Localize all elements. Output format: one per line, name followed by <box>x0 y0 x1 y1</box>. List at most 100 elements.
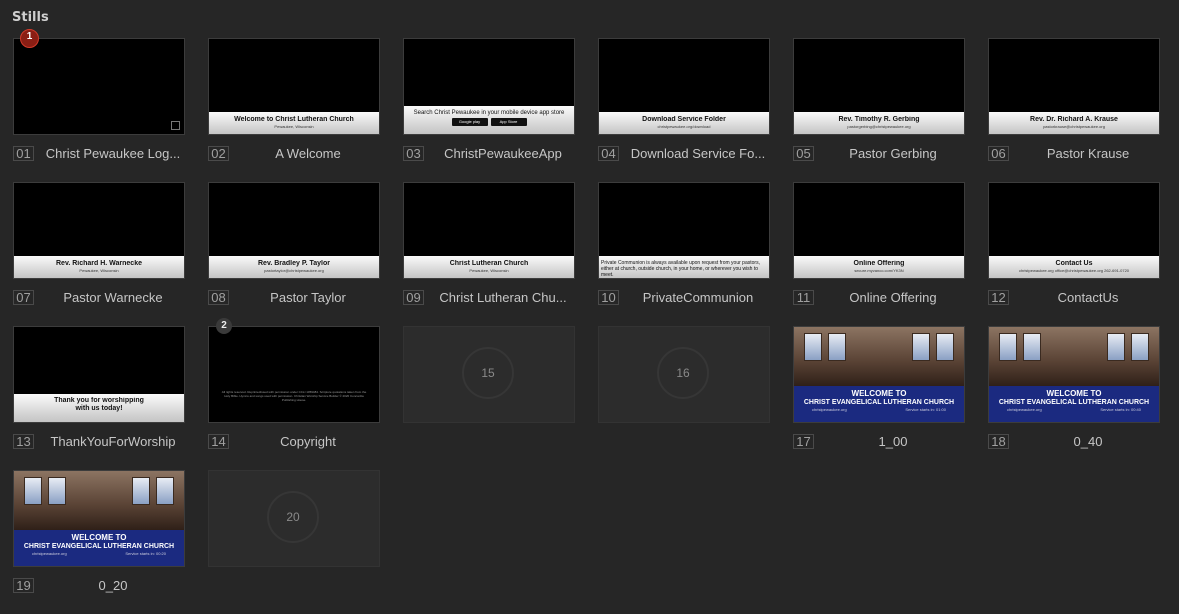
countdown-text: Service starts in: 01:00 <box>905 407 946 412</box>
lower-third: Rev. Timothy R. Gerbing pastorgerbing@chr… <box>794 112 964 134</box>
still-number: 11 <box>793 290 814 305</box>
still-thumbnail[interactable]: Welcome to Christ Lutheran Church Pewauke… <box>208 38 380 135</box>
lower-third-subtitle: pastorkrause@christpewaukee.org <box>1043 124 1105 129</box>
still-name[interactable]: 0_40 <box>1016 434 1160 449</box>
slot-number: 15 <box>462 347 514 399</box>
still-name[interactable]: 0_20 <box>41 578 185 593</box>
still-thumbnail[interactable]: WELCOME TO CHRIST EVANGELICAL LUTHERAN CH… <box>793 326 965 423</box>
empty-still-slot[interactable]: 15 <box>403 326 575 423</box>
still-cell[interactable]: 01 Christ Pewaukee Log... 1 <box>13 29 185 182</box>
still-number: 02 <box>208 146 229 161</box>
still-cell[interactable]: 20 <box>208 470 380 614</box>
still-thumbnail[interactable]: Rev. Dr. Richard A. Krause pastorkrause@c… <box>988 38 1160 135</box>
church-window <box>48 477 66 505</box>
still-number: 13 <box>13 434 34 449</box>
still-name[interactable]: Online Offering <box>821 290 965 305</box>
slot-number: 20 <box>267 491 319 543</box>
still-thumbnail[interactable]: All rights reserved. Reprinted/used with… <box>208 326 380 423</box>
still-thumbnail[interactable]: Christ Lutheran Church Pewaukee, Wisconsi… <box>403 182 575 279</box>
still-cell[interactable]: Online Offering secure.myvanco.com/YK3N 11… <box>793 182 965 326</box>
still-thumbnail[interactable]: Thank you for worshipping with us today! <box>13 326 185 423</box>
lower-third-subtitle: pastortaylor@christpewaukee.org <box>264 268 324 273</box>
still-number: 17 <box>793 434 814 449</box>
still-cell[interactable]: Rev. Richard H. Warnecke Pewaukee, Wiscon… <box>13 182 185 326</box>
still-thumbnail[interactable]: Search Christ Pewaukee in your mobile de… <box>403 38 575 135</box>
still-cell[interactable]: Christ Lutheran Church Pewaukee, Wisconsi… <box>403 182 575 326</box>
lower-third-title: Search Christ Pewaukee in your mobile de… <box>413 110 565 116</box>
still-cell[interactable]: Contact Us christpewaukee.org office@chri… <box>988 182 1160 326</box>
still-thumbnail[interactable]: Rev. Bradley P. Taylor pastortaylor@chris… <box>208 182 380 279</box>
church-window <box>1023 333 1041 361</box>
still-name[interactable]: Pastor Warnecke <box>41 290 185 305</box>
church-window <box>132 477 150 505</box>
still-thumbnail[interactable]: WELCOME TO CHRIST EVANGELICAL LUTHERAN CH… <box>13 470 185 567</box>
lower-third-title: Rev. Richard H. Warnecke <box>56 260 142 267</box>
still-thumbnail[interactable]: WELCOME TO CHRIST EVANGELICAL LUTHERAN CH… <box>988 326 1160 423</box>
still-name[interactable]: Download Service Fo... <box>626 146 770 161</box>
still-cell[interactable]: Thank you for worshipping with us today! 1… <box>13 326 185 470</box>
still-thumbnail[interactable]: Online Offering secure.myvanco.com/YK3N <box>793 182 965 279</box>
still-number: 04 <box>598 146 619 161</box>
still-cell[interactable]: Welcome to Christ Lutheran Church Pewauke… <box>208 38 380 182</box>
still-name[interactable]: Pastor Taylor <box>236 290 380 305</box>
still-thumbnail[interactable] <box>13 38 185 135</box>
still-cell[interactable]: WELCOME TO CHRIST EVANGELICAL LUTHERAN CH… <box>988 326 1160 470</box>
lower-third-title: Download Service Folder <box>642 116 726 123</box>
lower-third-subtitle: christpewaukee.org office@christpewaukee… <box>1018 268 1130 273</box>
empty-still-slot[interactable]: 16 <box>598 326 770 423</box>
still-name[interactable]: ContactUs <box>1016 290 1160 305</box>
still-name[interactable]: A Welcome <box>236 146 380 161</box>
still-name[interactable]: PrivateCommunion <box>626 290 770 305</box>
lower-third: Rev. Dr. Richard A. Krause pastorkrause@c… <box>989 112 1159 134</box>
still-thumbnail[interactable]: Private Communion is always available up… <box>598 182 770 279</box>
still-number: 09 <box>403 290 424 305</box>
still-name[interactable]: Copyright <box>236 434 380 449</box>
still-cell[interactable]: WELCOME TO CHRIST EVANGELICAL LUTHERAN CH… <box>793 326 965 470</box>
layout-icon <box>171 121 180 130</box>
still-label: 02 A Welcome <box>208 146 380 163</box>
still-name[interactable]: Christ Pewaukee Log... <box>41 146 185 161</box>
lower-third: Contact Us christpewaukee.org office@chri… <box>989 256 1159 278</box>
still-cell[interactable]: 16 <box>598 326 770 470</box>
still-thumbnail[interactable]: Rev. Timothy R. Gerbing pastorgerbing@chr… <box>793 38 965 135</box>
still-cell[interactable]: Rev. Bradley P. Taylor pastortaylor@chris… <box>208 182 380 326</box>
still-cell[interactable]: Private Communion is always available up… <box>598 182 770 326</box>
still-cell[interactable]: All rights reserved. Reprinted/used with… <box>208 318 380 470</box>
still-thumbnail[interactable]: Rev. Richard H. Warnecke Pewaukee, Wiscon… <box>13 182 185 279</box>
lower-third-subtitle: Pewaukee, Wisconsin <box>469 268 509 273</box>
still-name[interactable]: Christ Lutheran Chu... <box>431 290 575 305</box>
still-name[interactable]: ThankYouForWorship <box>41 434 185 449</box>
lower-third: Online Offering secure.myvanco.com/YK3N <box>794 256 964 278</box>
still-name[interactable]: Pastor Gerbing <box>821 146 965 161</box>
lower-third-title: Contact Us <box>1055 260 1093 267</box>
still-name[interactable]: Pastor Krause <box>1016 146 1160 161</box>
still-name[interactable]: ChristPewaukeeApp <box>431 146 575 161</box>
church-window <box>828 333 846 361</box>
welcome-banner: WELCOME TO CHRIST EVANGELICAL LUTHERAN CH… <box>14 530 184 566</box>
still-cell[interactable]: Search Christ Pewaukee in your mobile de… <box>403 38 575 182</box>
empty-still-slot[interactable]: 20 <box>208 470 380 567</box>
still-thumbnail[interactable]: Contact Us christpewaukee.org office@chri… <box>988 182 1160 279</box>
still-name[interactable]: 1_00 <box>821 434 965 449</box>
still-label: 03 ChristPewaukeeApp <box>403 146 575 163</box>
church-window <box>912 333 930 361</box>
still-number: 03 <box>403 146 424 161</box>
church-window <box>936 333 954 361</box>
still-cell[interactable]: Rev. Dr. Richard A. Krause pastorkrause@c… <box>988 38 1160 182</box>
still-cell[interactable]: 15 <box>403 326 575 470</box>
lower-third: Thank you for worshipping with us today! <box>14 394 184 422</box>
stills-panel-title: Stills <box>12 10 49 25</box>
still-cell[interactable]: Rev. Timothy R. Gerbing pastorgerbing@chr… <box>793 38 965 182</box>
still-number: 07 <box>13 290 34 305</box>
marker-2-badge: 2 <box>216 318 232 334</box>
church-name: CHRIST EVANGELICAL LUTHERAN CHURCH <box>803 399 955 406</box>
still-cell[interactable]: WELCOME TO CHRIST EVANGELICAL LUTHERAN CH… <box>13 470 185 614</box>
still-cell[interactable]: Download Service Folder christpewaukee.or… <box>598 38 770 182</box>
church-window <box>24 477 42 505</box>
still-thumbnail[interactable]: Download Service Folder christpewaukee.or… <box>598 38 770 135</box>
welcome-heading: WELCOME TO <box>71 533 127 542</box>
church-window <box>804 333 822 361</box>
website-text: christpewaukee.org <box>32 551 67 556</box>
church-window <box>156 477 174 505</box>
slot-number: 16 <box>657 347 709 399</box>
